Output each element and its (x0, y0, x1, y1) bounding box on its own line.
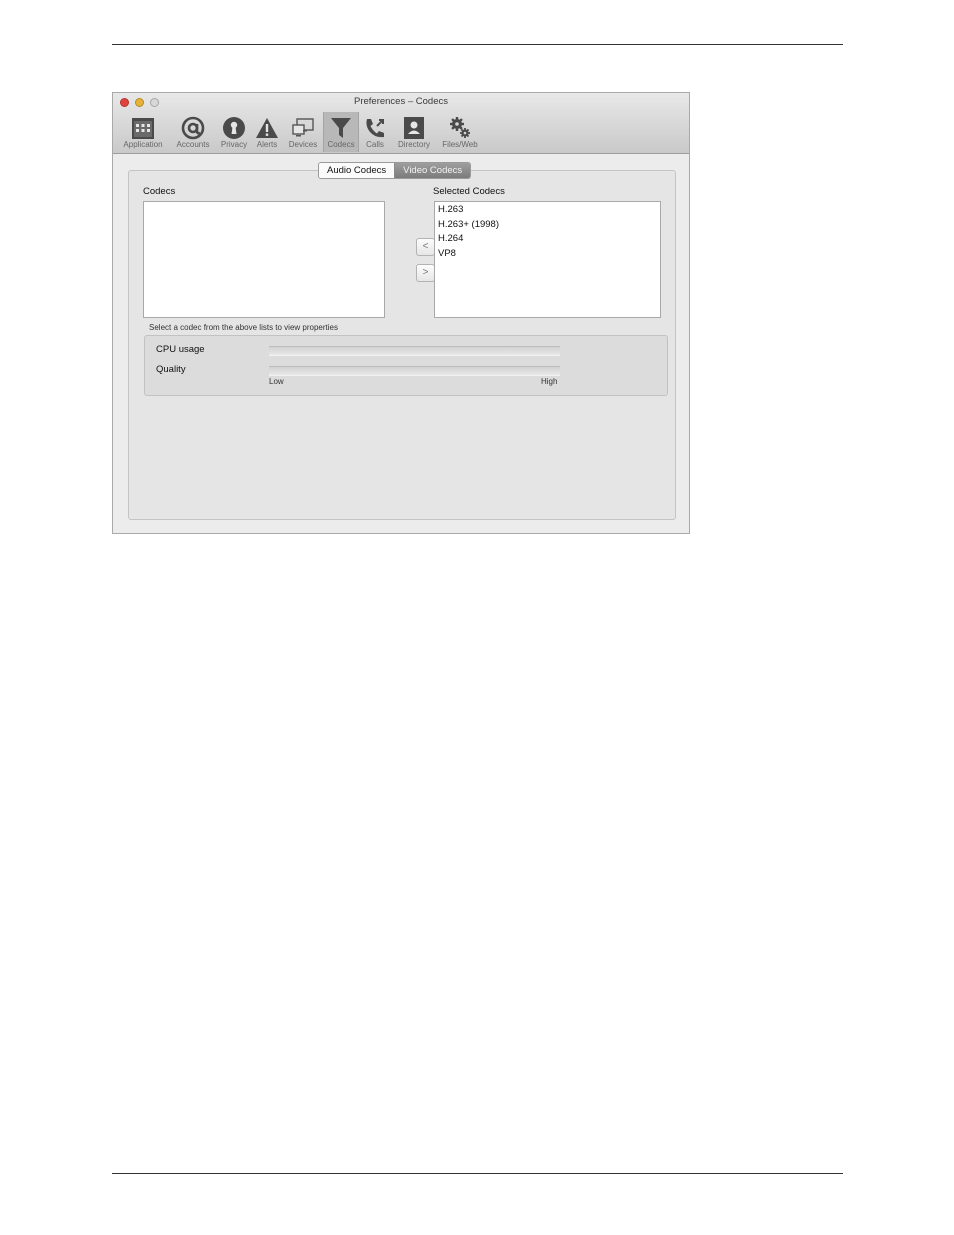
tab-video-codecs[interactable]: Video Codecs (394, 163, 471, 178)
keyhole-icon (223, 117, 245, 139)
window-title: Preferences – Codecs (354, 96, 448, 107)
toolbar-label-calls: Calls (366, 140, 384, 149)
toolbar-label-alerts: Alerts (256, 140, 278, 149)
gears-icon (450, 117, 470, 138)
cpu-usage-label: CPU usage (156, 344, 205, 355)
list-item[interactable]: H.263 (435, 203, 660, 218)
toolbar-item-codecs[interactable]: Codecs (323, 112, 359, 152)
at-sign-icon (181, 116, 205, 140)
funnel-icon (331, 118, 351, 138)
page-footer-rule (112, 1173, 843, 1174)
properties-hint: Select a codec from the above lists to v… (149, 323, 338, 332)
toolbar-label-privacy: Privacy (220, 140, 248, 149)
codec-properties-box: CPU usage Quality Low High (144, 335, 668, 396)
add-codec-button[interactable]: > (416, 264, 435, 282)
codecs-list-label: Codecs (143, 186, 176, 197)
cpu-usage-bar (269, 346, 560, 356)
scale-high-label: High (541, 377, 558, 386)
toolbar-item-accounts[interactable]: Accounts (173, 112, 213, 152)
toolbar-item-directory[interactable]: Directory (393, 112, 435, 152)
toolbar-item-application[interactable]: Application (117, 112, 169, 152)
scale-low-label: Low (269, 377, 284, 386)
contact-card-icon (404, 117, 424, 139)
toolbar-label-directory: Directory (397, 140, 430, 149)
list-item[interactable]: H.263+ (1998) (435, 218, 660, 233)
toolbar-label-accounts: Accounts (176, 140, 210, 149)
page-header-rule (112, 44, 843, 45)
toolbar-item-calls[interactable]: Calls (359, 112, 391, 152)
toolbar-label-codecs: Codecs (327, 140, 355, 149)
toolbar-label-files-web: Files/Web (442, 140, 478, 149)
preferences-window: Preferences – Codecs Application Account… (112, 92, 690, 534)
quality-bar (269, 366, 560, 376)
selected-codecs-list[interactable]: H.263 H.263+ (1998) H.264 VP8 (434, 201, 661, 318)
tab-audio-codecs[interactable]: Audio Codecs (319, 163, 395, 178)
phone-icon (366, 119, 384, 138)
warning-icon (256, 118, 278, 138)
toolbar-label-application: Application (123, 140, 163, 149)
codec-type-tabs: Audio Codecs Video Codecs (318, 162, 472, 179)
toolbar-item-alerts[interactable]: Alerts (253, 112, 281, 152)
list-item[interactable]: H.264 (435, 232, 660, 247)
title-bar: Preferences – Codecs Application Account… (113, 93, 689, 154)
toolbar-item-devices[interactable]: Devices (285, 112, 321, 152)
toolbar-item-files-web[interactable]: Files/Web (439, 112, 481, 152)
quality-label: Quality (156, 364, 186, 375)
list-item[interactable]: VP8 (435, 247, 660, 262)
toolbar-item-privacy[interactable]: Privacy (217, 112, 251, 152)
available-codecs-list[interactable] (143, 201, 385, 318)
calendar-grid-icon (132, 118, 154, 139)
devices-icon (292, 118, 314, 137)
remove-codec-button[interactable]: < (416, 238, 435, 256)
toolbar-label-devices: Devices (288, 140, 318, 149)
selected-codecs-label: Selected Codecs (433, 186, 505, 197)
